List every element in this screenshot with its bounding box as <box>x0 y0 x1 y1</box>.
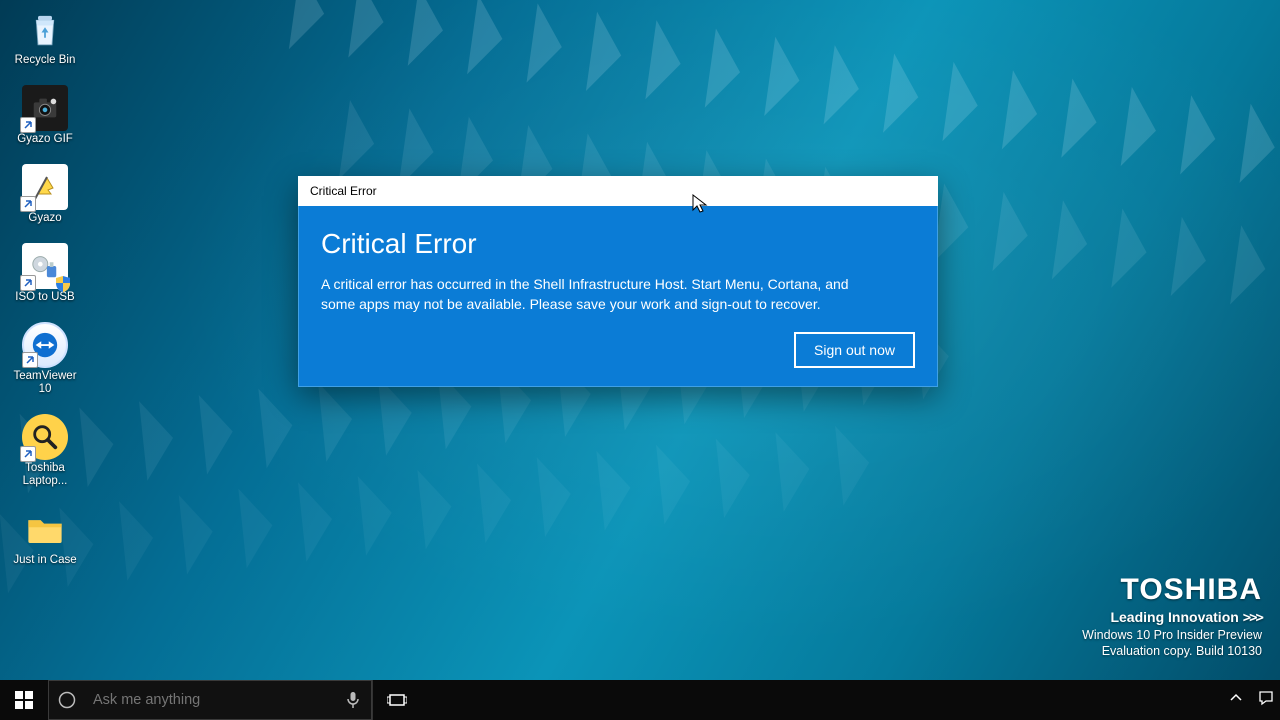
search-box[interactable] <box>48 680 372 720</box>
teamviewer-icon <box>22 322 68 368</box>
microphone-icon[interactable] <box>335 691 371 709</box>
desktop-icon-recycle-bin[interactable]: Recycle Bin <box>6 6 84 67</box>
sign-out-now-button[interactable]: Sign out now <box>794 332 915 368</box>
dialog-heading: Critical Error <box>321 228 915 260</box>
desktop-icon-label: Toshiba Laptop... <box>6 462 84 488</box>
desktop-icon-label: ISO to USB <box>6 291 84 304</box>
toshiba-tagline: Leading Innovation <box>1110 609 1238 625</box>
windows-logo-icon <box>15 691 33 709</box>
desktop-icon-label: Gyazo GIF <box>6 133 84 146</box>
camera-icon <box>22 85 68 131</box>
tray-chevron-up-icon[interactable] <box>1228 690 1244 711</box>
search-input[interactable] <box>85 692 335 708</box>
iso-to-usb-icon <box>22 243 68 289</box>
start-button[interactable] <box>0 680 48 720</box>
desktop-icon-gyazo-gif[interactable]: Gyazo GIF <box>6 85 84 146</box>
desktop-icon-teamviewer[interactable]: TeamViewer 10 <box>6 322 84 396</box>
shortcut-arrow-icon <box>20 117 36 133</box>
desktop-icon-label: Recycle Bin <box>6 54 84 67</box>
shortcut-arrow-icon <box>20 275 36 291</box>
desktop-watermark: TOSHIBA Leading Innovation >>> Windows 1… <box>1082 573 1262 658</box>
cortana-icon[interactable] <box>49 691 85 709</box>
chevrons-icon: >>> <box>1243 610 1262 626</box>
desktop-icon-label: Gyazo <box>6 212 84 225</box>
dialog-title: Critical Error <box>310 184 377 198</box>
desktop-icon-iso-to-usb[interactable]: ISO to USB <box>6 243 84 304</box>
windows-build-text: Evaluation copy. Build 10130 <box>1082 644 1262 658</box>
task-view-button[interactable] <box>373 680 421 720</box>
desktop-icon-toshiba-laptop[interactable]: Toshiba Laptop... <box>6 414 84 488</box>
gyazo-icon <box>22 164 68 210</box>
desktop-icon-label: TeamViewer 10 <box>6 370 84 396</box>
shortcut-arrow-icon <box>20 446 36 462</box>
windows-edition-text: Windows 10 Pro Insider Preview <box>1082 628 1262 642</box>
critical-error-dialog: Critical Error Critical Error A critical… <box>298 176 938 387</box>
action-center-icon[interactable] <box>1258 690 1274 711</box>
desktop-icon-just-in-case[interactable]: Just in Case <box>6 506 84 567</box>
recycle-bin-icon <box>22 6 68 52</box>
magnifier-icon <box>22 414 68 460</box>
shortcut-arrow-icon <box>22 352 38 368</box>
taskbar <box>0 680 1280 720</box>
desktop-icon-label: Just in Case <box>6 554 84 567</box>
dialog-titlebar[interactable]: Critical Error <box>298 176 938 206</box>
task-view-icon <box>387 692 407 708</box>
desktop-icon-gyazo[interactable]: Gyazo <box>6 164 84 225</box>
toshiba-logo: TOSHIBA <box>1082 573 1262 607</box>
folder-icon <box>22 506 68 552</box>
uac-shield-icon <box>54 275 72 293</box>
dialog-message: A critical error has occurred in the She… <box>321 274 881 314</box>
desktop-wallpaper: Recycle Bin Gyazo GIF Gyazo ISO to USB <box>0 0 1280 720</box>
system-tray <box>1222 680 1280 720</box>
shortcut-arrow-icon <box>20 196 36 212</box>
